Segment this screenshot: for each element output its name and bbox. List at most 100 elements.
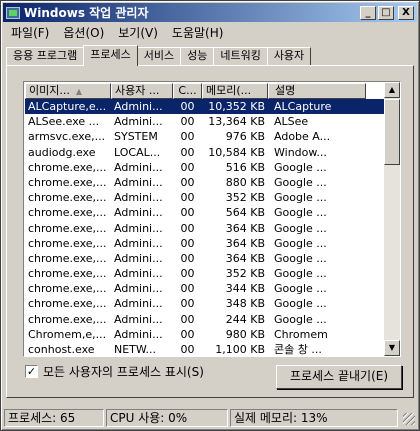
process-memory: 352 KB [225,267,265,281]
menu-bar: 파일(F) 옵션(O) 보기(V) 도움말(H) [4,23,416,41]
column-memory[interactable]: 메모리(... [202,83,268,99]
show-all-users-option[interactable]: ✓ 모든 사용자의 프로세스 표시(S) [25,363,204,380]
process-memory: 10,584 KB [208,145,265,159]
process-row[interactable]: chrome.exe,... Admini... 00 364 KB Google ..… [25,221,385,236]
process-description: ALSee [274,115,309,129]
tab-networking[interactable]: 네트워킹 [213,47,268,65]
process-cpu: 00 [180,312,195,326]
process-user-name: Admini... [114,282,163,296]
process-image-name: audiodg.exe [28,145,96,159]
vertical-scrollbar[interactable]: ▲ ▼ [384,82,400,356]
minimize-button[interactable]: _ [360,5,376,20]
process-row[interactable]: chrome.exe,... Admini... 00 352 KB Google ..… [25,266,385,281]
process-cpu: 00 [180,130,195,144]
process-row[interactable]: conhost.exe NETW... 00 1,100 KB 콘솔 창 ... [25,342,385,356]
column-image-name[interactable]: 이미지... ▲ [25,83,111,99]
process-cpu: 00 [180,160,195,174]
menu-view[interactable]: 보기(V) [111,24,165,41]
process-row[interactable]: ALCapture,e... Admini... 00 10,352 KB ALCapt… [25,99,385,115]
process-memory: 13,364 KB [208,115,265,129]
tab-services[interactable]: 서비스 [136,47,182,65]
process-cpu: 00 [180,327,195,341]
process-description: Google ... [274,267,327,281]
process-description: Google ... [274,282,327,296]
process-user-name: Admini... [114,267,163,281]
process-image-name: chrome.exe,... [28,191,107,205]
process-image-name: chrome.exe,... [28,267,107,281]
tab-performance[interactable]: 성능 [180,47,215,65]
process-user-name: Admini... [114,100,163,113]
process-memory: 976 KB [225,130,265,144]
process-rows: ALCapture,e... Admini... 00 10,352 KB ALCapt… [25,99,385,356]
process-cpu: 00 [180,191,195,205]
process-row[interactable]: chrome.exe,... Admini... 00 880 KB Google ..… [25,175,385,190]
tab-strip: 응용 프로그램 프로세스 서비스 성능 네트워킹 사용자 [6,45,312,66]
process-memory: 364 KB [225,251,265,265]
scrollbar-thumb[interactable] [384,99,400,165]
process-memory: 364 KB [225,221,265,235]
process-cpu: 00 [180,206,195,220]
process-memory: 10,352 KB [208,100,265,113]
process-description: Google ... [274,297,327,311]
column-user-name[interactable]: 사용자 ... [111,83,173,99]
process-description: Window... [274,145,327,159]
maximize-button[interactable]: □ [378,5,394,20]
process-row[interactable]: ALSee.exe ... Admini... 00 13,364 KB ALSee [25,114,385,129]
process-row[interactable]: chrome.exe,... Admini... 00 244 KB Google ..… [25,312,385,327]
process-memory: 364 KB [225,236,265,250]
close-button[interactable]: X [398,5,414,20]
process-user-name: LOCAL... [114,145,161,159]
process-cpu: 00 [180,267,195,281]
process-image-name: chrome.exe,... [28,206,107,220]
title-bar[interactable]: Windows 작업 관리자 _ □ X [3,3,417,22]
process-image-name: chrome.exe,... [28,236,107,250]
tab-processes[interactable]: 프로세스 [83,45,138,66]
menu-help[interactable]: 도움말(H) [165,24,231,41]
process-memory: 344 KB [225,282,265,296]
process-description: ALCapture [274,100,332,113]
process-user-name: Admini... [114,115,163,129]
process-row[interactable]: Chromem,e,... Admini... 00 980 KB Chromem [25,327,385,342]
column-cpu[interactable]: C... [173,83,202,99]
tab-applications[interactable]: 응용 프로그램 [6,47,85,65]
process-cpu: 00 [180,100,195,113]
process-image-name: chrome.exe,... [28,251,107,265]
process-row[interactable]: chrome.exe,... Admini... 00 344 KB Google ..… [25,281,385,296]
column-description[interactable]: 설명 [268,83,366,99]
process-row[interactable]: armsvc.exe,... SYSTEM 00 976 KB Adobe A... [25,129,385,144]
process-memory: 516 KB [225,160,265,174]
process-row[interactable]: chrome.exe,... Admini... 00 348 KB Google ..… [25,296,385,311]
process-cpu: 00 [180,297,195,311]
arrow-down-icon[interactable]: ▼ [384,340,400,356]
process-memory: 880 KB [225,175,265,189]
status-process-count: 프로세스: 65 [4,409,104,427]
process-description: Chromem [274,327,328,341]
process-memory: 564 KB [225,206,265,220]
process-cpu: 00 [180,282,195,296]
process-row[interactable]: chrome.exe,... Admini... 00 564 KB Google ..… [25,205,385,220]
process-description: Adobe A... [274,130,331,144]
process-user-name: Admini... [114,175,163,189]
end-process-button[interactable]: 프로세스 끝내기(E) [276,365,402,389]
process-row[interactable]: audiodg.exe LOCAL... 00 10,584 KB Window... [25,145,385,160]
process-list[interactable]: 이미지... ▲ 사용자 ... C... 메모리(... 설명 ALCaptur… [23,81,401,357]
process-list-header: 이미지... ▲ 사용자 ... C... 메모리(... 설명 [25,83,366,99]
process-image-name: chrome.exe,... [28,221,107,235]
process-row[interactable]: chrome.exe,... Admini... 00 364 KB Google ..… [25,251,385,266]
resize-grip-icon[interactable] [403,413,415,425]
process-row[interactable]: chrome.exe,... Admini... 00 352 KB Google ..… [25,190,385,205]
process-row[interactable]: chrome.exe,... Admini... 00 364 KB Google ..… [25,236,385,251]
show-all-users-checkbox[interactable]: ✓ [25,365,38,378]
arrow-up-icon[interactable]: ▲ [384,82,400,98]
menu-file[interactable]: 파일(F) [4,24,56,41]
menu-options[interactable]: 옵션(O) [56,24,111,41]
process-image-name: ALSee.exe ... [28,115,100,129]
tab-users[interactable]: 사용자 [266,47,312,65]
process-memory: 980 KB [225,327,265,341]
process-cpu: 00 [180,145,195,159]
process-cpu: 00 [180,115,195,129]
process-row[interactable]: chrome.exe,... Admini... 00 516 KB Google ..… [25,160,385,175]
process-memory: 348 KB [225,297,265,311]
process-cpu: 00 [180,251,195,265]
process-description: Google ... [274,191,327,205]
